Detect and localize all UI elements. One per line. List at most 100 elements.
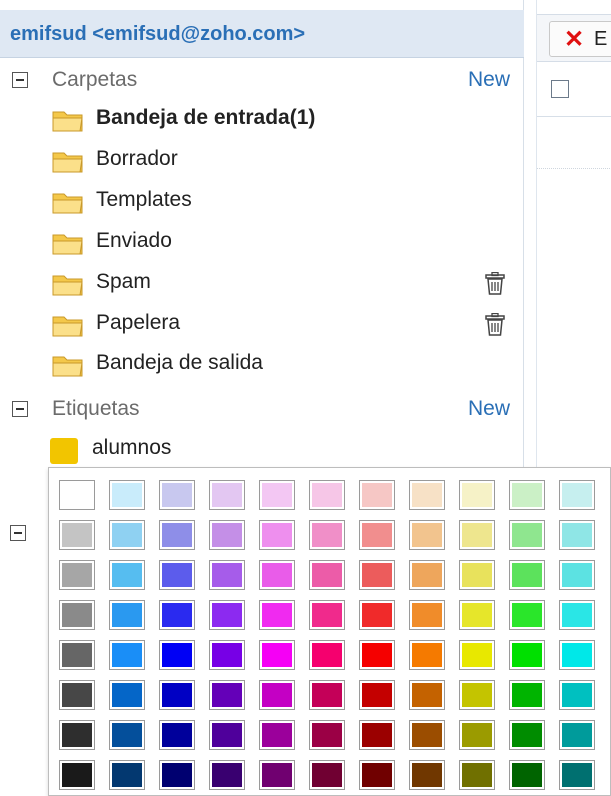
color-swatch[interactable] [359, 720, 395, 750]
color-swatch[interactable] [409, 520, 445, 550]
color-swatch[interactable] [509, 720, 545, 750]
color-swatch[interactable] [359, 600, 395, 630]
color-swatch[interactable] [509, 560, 545, 590]
color-swatch[interactable] [309, 560, 345, 590]
account-header[interactable]: emifsud <emifsud@zoho.com> [0, 10, 524, 58]
tag-item-alumnos[interactable]: alumnos [0, 430, 524, 470]
color-swatch[interactable] [459, 680, 495, 710]
color-swatch[interactable] [109, 760, 145, 790]
color-swatch[interactable] [209, 760, 245, 790]
color-swatch[interactable] [359, 480, 395, 510]
color-swatch[interactable] [159, 480, 195, 510]
folder-item-templates[interactable]: Templates [0, 182, 524, 222]
color-swatch[interactable] [259, 760, 295, 790]
color-swatch[interactable] [209, 560, 245, 590]
color-swatch[interactable] [209, 480, 245, 510]
color-swatch[interactable] [209, 520, 245, 550]
color-swatch[interactable] [59, 640, 95, 670]
empty-trash-trash-icon[interactable] [484, 313, 506, 337]
select-all-checkbox[interactable] [551, 80, 569, 98]
color-swatch[interactable] [559, 520, 595, 550]
color-swatch[interactable] [109, 720, 145, 750]
color-swatch[interactable] [359, 520, 395, 550]
color-swatch[interactable] [509, 680, 545, 710]
color-swatch[interactable] [359, 560, 395, 590]
color-swatch[interactable] [159, 560, 195, 590]
color-swatch[interactable] [59, 760, 95, 790]
collapse-tags-icon[interactable] [12, 401, 28, 417]
color-swatch[interactable] [509, 600, 545, 630]
color-swatch[interactable] [209, 680, 245, 710]
tag-color-swatch[interactable] [50, 438, 78, 464]
color-swatch[interactable] [259, 600, 295, 630]
color-swatch[interactable] [559, 600, 595, 630]
color-swatch[interactable] [309, 760, 345, 790]
color-swatch[interactable] [159, 680, 195, 710]
color-swatch[interactable] [209, 640, 245, 670]
color-swatch[interactable] [259, 520, 295, 550]
color-swatch[interactable] [59, 720, 95, 750]
folder-item-inbox[interactable]: Bandeja de entrada(1) [0, 100, 524, 140]
collapse-folders-icon[interactable] [12, 72, 28, 88]
color-swatch[interactable] [559, 760, 595, 790]
new-folder-link[interactable]: New [468, 68, 510, 92]
color-swatch[interactable] [459, 640, 495, 670]
color-swatch[interactable] [159, 640, 195, 670]
color-swatch[interactable] [309, 680, 345, 710]
color-swatch[interactable] [159, 520, 195, 550]
color-swatch[interactable] [259, 720, 295, 750]
color-swatch[interactable] [409, 720, 445, 750]
color-swatch[interactable] [359, 680, 395, 710]
color-swatch[interactable] [559, 680, 595, 710]
color-swatch[interactable] [459, 600, 495, 630]
color-swatch[interactable] [259, 480, 295, 510]
color-swatch[interactable] [59, 520, 95, 550]
folder-item-spam[interactable]: Spam [0, 264, 524, 304]
color-swatch[interactable] [109, 680, 145, 710]
color-swatch[interactable] [309, 600, 345, 630]
color-swatch[interactable] [259, 560, 295, 590]
color-swatch[interactable] [459, 520, 495, 550]
color-swatch[interactable] [559, 720, 595, 750]
color-swatch[interactable] [409, 640, 445, 670]
color-swatch[interactable] [159, 760, 195, 790]
collapse-section-icon[interactable] [10, 525, 26, 541]
color-swatch[interactable] [359, 760, 395, 790]
color-swatch[interactable] [409, 480, 445, 510]
folder-item-outbox[interactable]: Bandeja de salida [0, 345, 524, 385]
empty-spam-trash-icon[interactable] [484, 272, 506, 296]
color-swatch[interactable] [559, 640, 595, 670]
folder-item-trash[interactable]: Papelera [0, 305, 524, 345]
color-swatch[interactable] [109, 640, 145, 670]
color-swatch[interactable] [309, 520, 345, 550]
color-swatch[interactable] [259, 640, 295, 670]
color-swatch[interactable] [159, 600, 195, 630]
new-tag-link[interactable]: New [468, 397, 510, 421]
color-swatch[interactable] [159, 720, 195, 750]
color-swatch[interactable] [309, 720, 345, 750]
color-swatch[interactable] [409, 600, 445, 630]
color-swatch[interactable] [459, 760, 495, 790]
color-swatch[interactable] [109, 600, 145, 630]
folder-item-drafts[interactable]: Borrador [0, 141, 524, 181]
color-swatch[interactable] [459, 560, 495, 590]
color-swatch[interactable] [59, 600, 95, 630]
color-swatch[interactable] [509, 480, 545, 510]
color-swatch[interactable] [409, 560, 445, 590]
color-swatch[interactable] [109, 520, 145, 550]
color-swatch[interactable] [459, 480, 495, 510]
color-swatch[interactable] [509, 640, 545, 670]
color-swatch[interactable] [109, 480, 145, 510]
color-swatch[interactable] [309, 480, 345, 510]
color-swatch[interactable] [209, 720, 245, 750]
delete-button[interactable]: ✕ E [549, 21, 611, 57]
color-swatch[interactable] [409, 760, 445, 790]
color-swatch[interactable] [59, 480, 95, 510]
color-swatch[interactable] [409, 680, 445, 710]
color-swatch[interactable] [309, 640, 345, 670]
color-swatch[interactable] [59, 680, 95, 710]
color-swatch[interactable] [509, 520, 545, 550]
color-swatch[interactable] [509, 760, 545, 790]
color-swatch[interactable] [359, 640, 395, 670]
color-swatch[interactable] [459, 720, 495, 750]
